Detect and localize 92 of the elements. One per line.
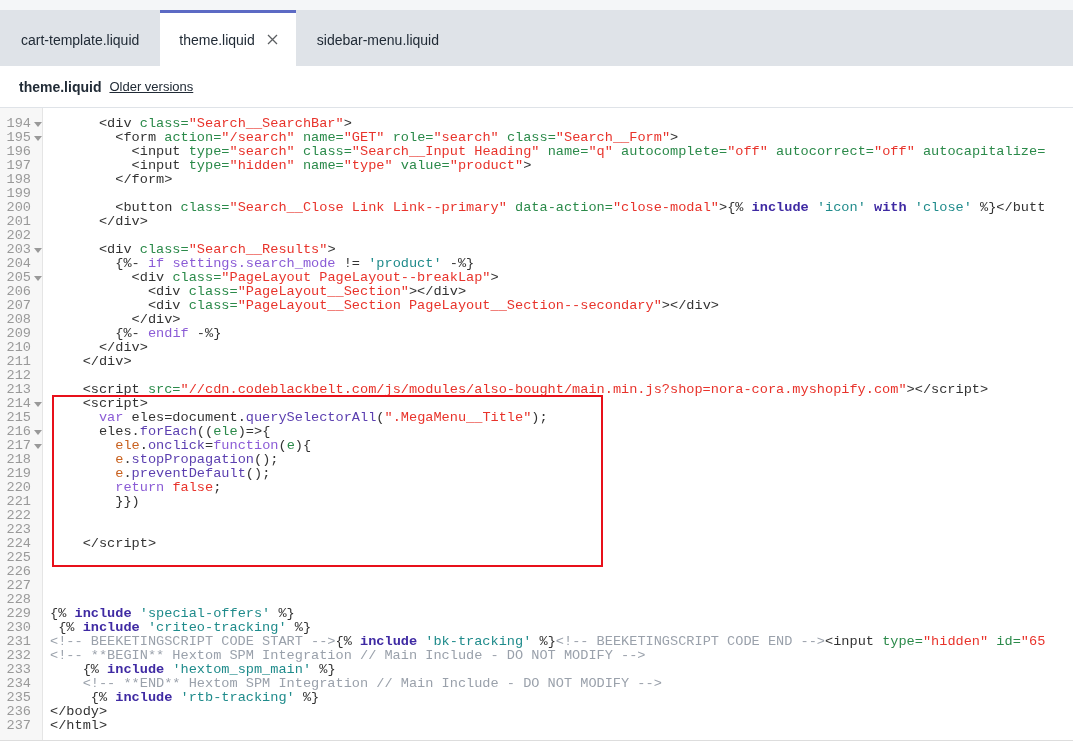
code-line: {% include 'hextom_spm_main' %} (81, 663, 336, 677)
line-number: 205 (5, 271, 31, 285)
line-number: 206 (5, 285, 31, 299)
code-line: ele.onclick=function(e){ (114, 439, 312, 453)
line-number: 203 (5, 243, 31, 257)
line-number: 223 (5, 523, 31, 537)
fold-arrow-icon[interactable] (34, 429, 42, 435)
code-line: return false; (114, 481, 222, 495)
fold-arrow-icon[interactable] (34, 247, 42, 253)
line-number: 215 (5, 411, 31, 425)
line-number: 229 (5, 607, 31, 621)
fold-arrow-icon[interactable] (34, 401, 42, 407)
code-line: {% include 'criteo-tracking' %} (57, 621, 312, 635)
line-number: 207 (5, 299, 31, 313)
line-number: 204 (5, 257, 31, 271)
line-number: 198 (5, 173, 31, 187)
line-number: 228 (5, 593, 31, 607)
code-line: <button class="Search__Close Link Link--primary" data-action="close-modal">{% include 'icon' with 'close' %}</butt (114, 201, 1046, 215)
code-line: <!-- **END** Hextom SPM Integration // Main Include - DO NOT MODIFY --> (81, 677, 662, 691)
line-number: 235 (5, 691, 31, 705)
line-number: 208 (5, 313, 31, 327)
line-number: 219 (5, 467, 31, 481)
line-number: 214 (5, 397, 31, 411)
close-icon[interactable] (266, 34, 278, 45)
code-line: <div class="PageLayout__Section"></div> (146, 285, 467, 299)
file-tab[interactable]: theme.liquid (160, 10, 296, 66)
line-number: 232 (5, 649, 31, 663)
code-line: eles.forEach((ele)=>{ (97, 425, 271, 439)
code-line: e.preventDefault(); (114, 467, 271, 481)
code-line: <input type="hidden" name="type" value="product"> (130, 159, 532, 173)
code-line: </div> (97, 215, 148, 229)
line-number: 212 (5, 369, 31, 383)
line-number: 201 (5, 215, 31, 229)
fold-arrow-icon[interactable] (34, 443, 42, 449)
code-line: <script> (81, 397, 148, 411)
code-line: <div class="Search__Results"> (97, 243, 336, 257)
code-line: </script> (81, 537, 157, 551)
fold-arrow-icon[interactable] (34, 275, 42, 281)
code-line: {%- if settings.search_mode != 'product' -%} (114, 257, 475, 271)
line-number: 202 (5, 229, 31, 243)
code-line: <!-- BEEKETINGSCRIPT CODE START -->{% include 'bk-tracking' %}<!-- BEEKETINGSCRIPT CODE END --><input type="hidden" id="65 (50, 635, 1046, 649)
code-line: <!-- **BEGIN** Hextom SPM Integration // Main Include - DO NOT MODIFY --> (50, 649, 646, 663)
line-number: 194 (5, 117, 31, 131)
line-number: 209 (5, 327, 31, 341)
line-number: 211 (5, 355, 31, 369)
code-line: </div> (130, 313, 181, 327)
line-number: 224 (5, 537, 31, 551)
code-line: {% include 'rtb-tracking' %} (89, 691, 320, 705)
code-line: {% include 'special-offers' %} (50, 607, 295, 621)
file-title: theme.liquid (19, 78, 102, 95)
older-versions-link[interactable]: Older versions (109, 79, 194, 94)
line-number: 237 (5, 719, 31, 733)
line-number: 218 (5, 453, 31, 467)
code-line: e.stopPropagation(); (114, 453, 279, 467)
code-line: </html> (50, 719, 108, 733)
code-line: </body> (50, 705, 108, 719)
line-number: 199 (5, 187, 31, 201)
line-number: 225 (5, 551, 31, 565)
code-line: </form> (114, 173, 173, 187)
code-line: <div class="PageLayout PageLayout--breakLap"> (130, 271, 499, 285)
code-line: }}) (114, 495, 140, 509)
line-number: 210 (5, 341, 31, 355)
file-tab[interactable]: cart-template.liquid (0, 10, 161, 66)
fold-arrow-icon[interactable] (34, 121, 42, 127)
line-number: 200 (5, 201, 31, 215)
line-number: 233 (5, 663, 31, 677)
line-number: 221 (5, 495, 31, 509)
fold-arrow-icon[interactable] (34, 135, 42, 141)
code-line: </div> (97, 341, 148, 355)
line-number: 227 (5, 579, 31, 593)
line-number: 213 (5, 383, 31, 397)
line-number: 234 (5, 677, 31, 691)
code-line: <div class="PageLayout__Section PageLayout__Section--secondary"></div> (146, 299, 719, 313)
line-number: 197 (5, 159, 31, 173)
code-line: <div class="Search__SearchBar"> (97, 117, 352, 131)
code-line: var eles=document.querySelectorAll(".MegaMenu__Title"); (97, 411, 548, 425)
code-line: </div> (81, 355, 132, 369)
line-number: 236 (5, 705, 31, 719)
line-number: 231 (5, 635, 31, 649)
code-line: {%- endif -%} (114, 327, 222, 341)
line-number: 216 (5, 425, 31, 439)
line-number: 230 (5, 621, 31, 635)
line-number: 220 (5, 481, 31, 495)
code-line: <form action="/search" name="GET" role="search" class="Search__Form"> (114, 131, 679, 145)
line-number: 217 (5, 439, 31, 453)
line-number: 222 (5, 509, 31, 523)
code-line: <input type="search" class="Search__Input Heading" name="q" autocomplete="off" autocorrect="off" autocapitalize= (130, 145, 1046, 159)
code-line: <script src="//cdn.codeblackbelt.com/js/modules/also-bought/main.min.js?shop=nora-cora.myshopify.com"></script> (81, 383, 989, 397)
file-tab[interactable]: sidebar-menu.liquid (295, 10, 460, 66)
line-number: 196 (5, 145, 31, 159)
line-number: 195 (5, 131, 31, 145)
line-number: 226 (5, 565, 31, 579)
